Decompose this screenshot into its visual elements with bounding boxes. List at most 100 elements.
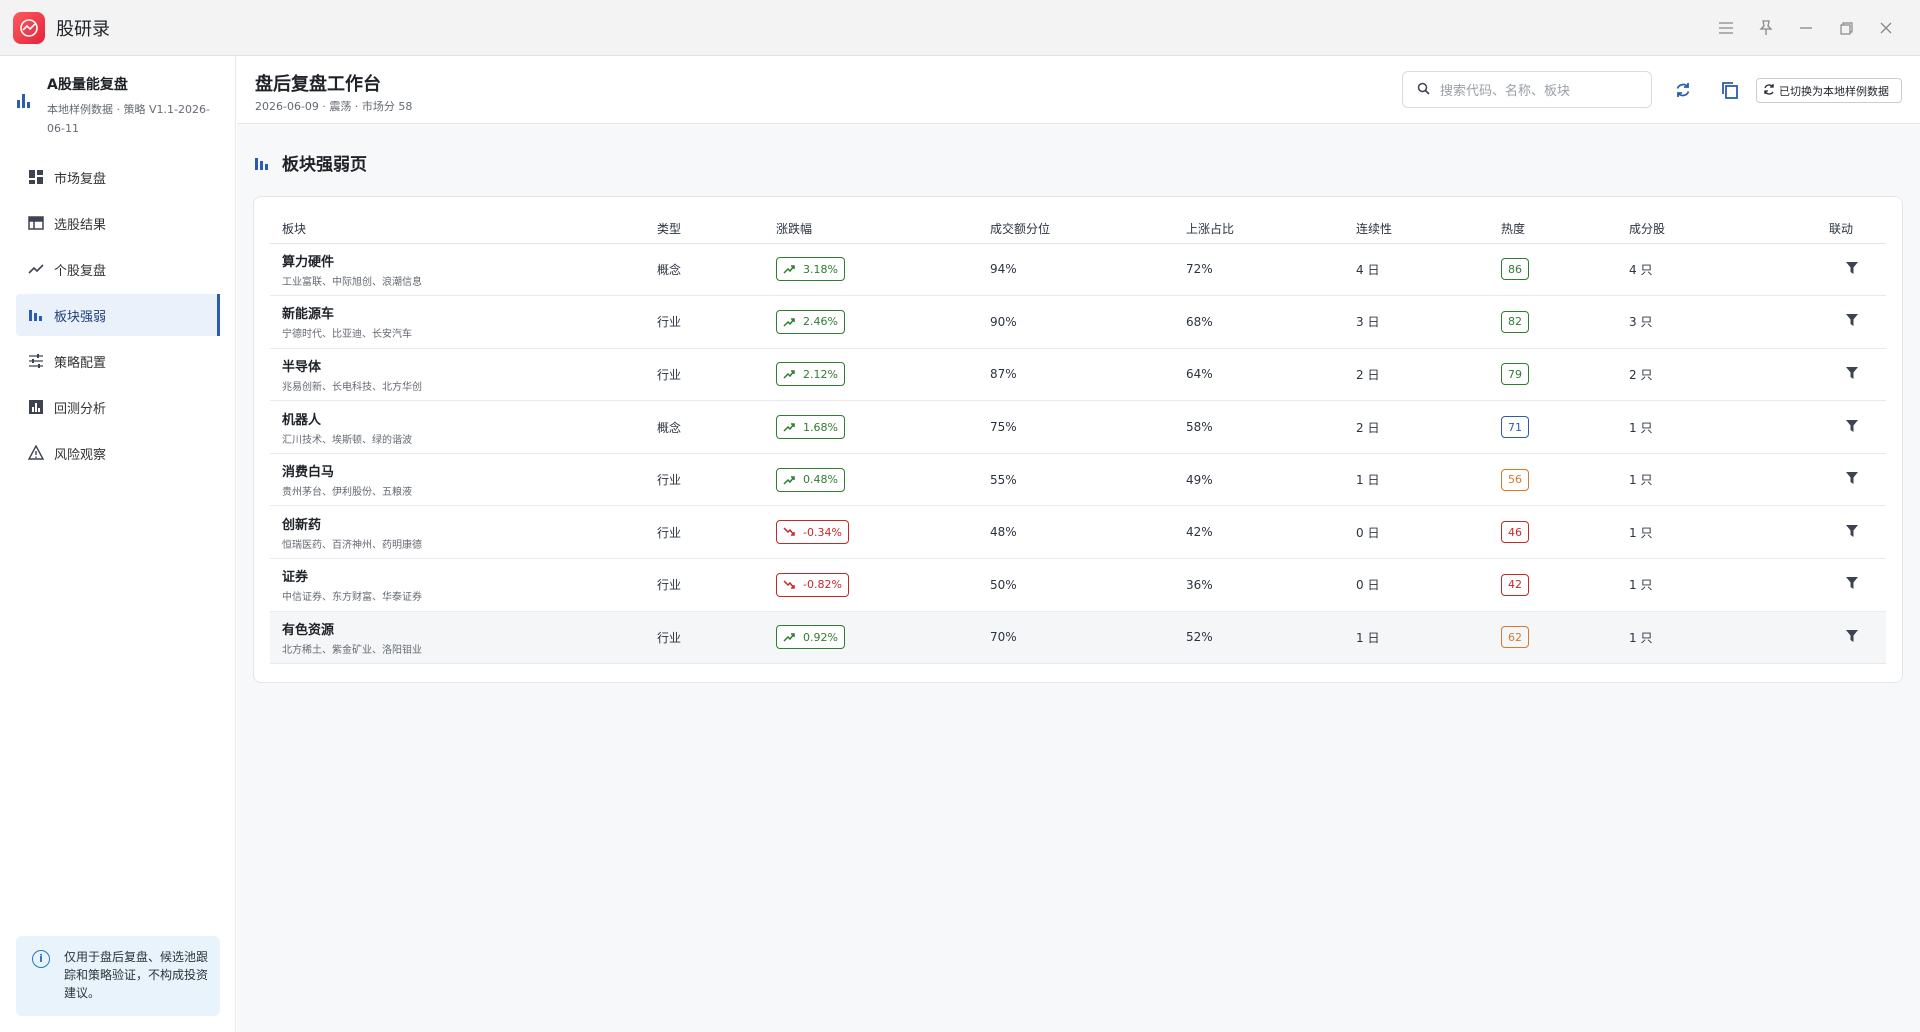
link-cell	[1817, 611, 1886, 665]
sidebar-item-label: 个股复盘	[54, 263, 107, 279]
members-cell: 4 只	[1617, 243, 1817, 297]
sector-cell: 消费白马 贵州茅台、伊利股份、五粮液	[270, 453, 645, 507]
sliders-icon	[28, 353, 44, 369]
col-members[interactable]: 成分股	[1617, 215, 1817, 244]
table-row[interactable]: 有色资源 北方稀土、紫金矿业、洛阳钼业 行业 0.92% 70% 52% 1 日 62 1 只	[270, 611, 1886, 665]
heat-badge: 71	[1501, 416, 1529, 439]
link-cell	[1817, 243, 1886, 297]
sidebar-item-label: 板块强弱	[54, 309, 107, 325]
col-streak[interactable]: 连续性	[1344, 215, 1489, 244]
type-cell: 行业	[645, 453, 764, 507]
main-content: 板块强弱页 板块 类型 涨跌幅 成交额分位 上涨占比 连续性 热度 成分股 联动…	[237, 124, 1920, 1032]
filter-icon[interactable]	[1845, 629, 1858, 642]
refresh-icon[interactable]	[1671, 78, 1695, 102]
heat-cell: 79	[1489, 348, 1617, 402]
menu-icon[interactable]	[1706, 8, 1746, 48]
restore-icon[interactable]	[1826, 8, 1866, 48]
sidebar-item-risk-watch[interactable]: 风险观察	[16, 432, 220, 474]
sector-table-card: 板块 类型 涨跌幅 成交额分位 上涨占比 连续性 热度 成分股 联动 算力硬件工…	[253, 196, 1903, 683]
minimize-icon[interactable]	[1786, 8, 1826, 48]
sector-stocks: 汇川技术、埃斯顿、绿的谐波	[282, 434, 412, 446]
col-up-ratio[interactable]: 上涨占比	[1174, 215, 1344, 244]
col-heat[interactable]: 热度	[1489, 215, 1617, 244]
members-cell: 1 只	[1617, 400, 1817, 454]
change-value: 0.92%	[803, 630, 838, 644]
data-source-switch-button[interactable]: 已切换为本地样例数据	[1756, 78, 1902, 103]
type-cell: 概念	[645, 243, 764, 297]
table-icon	[28, 215, 44, 231]
sector-name[interactable]: 有色资源	[282, 619, 645, 638]
sector-name[interactable]: 证券	[282, 566, 645, 585]
sector-stocks: 兆易创新、长电科技、北方华创	[282, 381, 422, 393]
sidebar-item-strategy-config[interactable]: 策略配置	[16, 340, 220, 382]
table-row[interactable]: 消费白马 贵州茅台、伊利股份、五粮液 行业 0.48% 55% 49% 1 日 56 1 只	[270, 453, 1886, 507]
close-icon[interactable]	[1866, 8, 1906, 48]
link-cell	[1817, 505, 1886, 560]
change-cell: 1.68%	[764, 400, 978, 454]
sector-name[interactable]: 创新药	[282, 514, 645, 533]
search-input[interactable]: 搜索代码、名称、板块	[1402, 71, 1652, 108]
filter-icon[interactable]	[1845, 524, 1858, 537]
table-row[interactable]: 半导体 兆易创新、长电科技、北方华创 行业 2.12% 87% 64% 2 日 79 2 只	[270, 348, 1886, 402]
switch-label: 已切换为本地样例数据	[1779, 84, 1889, 98]
sector-name[interactable]: 消费白马	[282, 461, 645, 480]
page-header: 盘后复盘工作台 2026-06-09 · 震荡 · 市场分 58 搜索代码、名称…	[237, 56, 1920, 124]
streak-cell: 1 日	[1344, 453, 1489, 507]
sector-name[interactable]: 算力硬件	[282, 251, 645, 270]
filter-icon[interactable]	[1845, 261, 1858, 274]
type-cell: 行业	[645, 558, 764, 612]
bar-chart-icon	[255, 156, 270, 170]
table-row[interactable]: 机器人 汇川技术、埃斯顿、绿的谐波 概念 1.68% 75% 58% 2 日 71 1 只	[270, 400, 1886, 454]
trend-up-icon	[783, 317, 799, 327]
sidebar-item-backtest[interactable]: 回测分析	[16, 386, 220, 428]
col-sector[interactable]: 板块	[270, 215, 645, 244]
copy-icon[interactable]	[1718, 78, 1742, 102]
sector-cell: 算力硬件 工业富联、中际旭创、浪潮信息	[270, 243, 645, 297]
sector-name[interactable]: 半导体	[282, 356, 645, 375]
type-cell: 行业	[645, 611, 764, 665]
change-badge: 1.68%	[776, 415, 845, 440]
table-row[interactable]: 证券 中信证券、东方财富、华泰证券 行业 -0.82% 50% 36% 0 日 42 1 只	[270, 558, 1886, 612]
members-cell: 1 只	[1617, 558, 1817, 612]
col-change[interactable]: 涨跌幅	[764, 215, 978, 244]
app-logo-icon	[13, 11, 45, 44]
up-ratio-cell: 36%	[1174, 558, 1344, 612]
brand-subtitle: 本地样例数据 · 策略 V1.1-2026-06-11	[47, 103, 210, 135]
change-badge: 0.48%	[776, 467, 845, 492]
sector-name[interactable]: 新能源车	[282, 303, 645, 322]
streak-cell: 4 日	[1344, 243, 1489, 297]
heat-badge: 46	[1501, 521, 1529, 544]
heat-cell: 42	[1489, 558, 1617, 612]
type-cell: 行业	[645, 348, 764, 402]
heat-badge: 62	[1501, 626, 1529, 649]
col-link: 联动	[1817, 215, 1886, 244]
heat-cell: 46	[1489, 505, 1617, 560]
streak-cell: 2 日	[1344, 400, 1489, 454]
bar-chart-icon	[16, 92, 32, 111]
sidebar-item-screening[interactable]: 选股结果	[16, 202, 220, 244]
heat-cell: 56	[1489, 453, 1617, 507]
col-turnover-percentile[interactable]: 成交额分位	[978, 215, 1174, 244]
filter-icon[interactable]	[1845, 472, 1858, 485]
sidebar-item-stock-review[interactable]: 个股复盘	[16, 248, 220, 290]
sector-name[interactable]: 机器人	[282, 409, 645, 428]
filter-icon[interactable]	[1845, 314, 1858, 327]
sidebar-item-market-review[interactable]: 市场复盘	[16, 156, 220, 198]
turnover-cell: 94%	[978, 243, 1174, 297]
trend-icon	[28, 261, 44, 277]
change-value: -0.82%	[803, 578, 842, 592]
pin-icon[interactable]	[1746, 8, 1786, 48]
notice-text: 仅用于盘后复盘、候选池跟踪和策略验证，不构成投资建议。	[64, 950, 209, 1000]
table-row[interactable]: 新能源车 宁德时代、比亚迪、长安汽车 行业 2.46% 90% 68% 3 日 82 3 只	[270, 295, 1886, 349]
filter-icon[interactable]	[1845, 419, 1858, 432]
filter-icon[interactable]	[1845, 366, 1858, 379]
streak-cell: 1 日	[1344, 611, 1489, 665]
table-row[interactable]: 算力硬件 工业富联、中际旭创、浪潮信息 概念 3.18% 94% 72% 4 日 86 4 只	[270, 243, 1886, 297]
link-cell	[1817, 348, 1886, 402]
filter-icon[interactable]	[1845, 577, 1858, 590]
sector-stocks: 北方稀土、紫金矿业、洛阳钼业	[282, 644, 422, 656]
col-type[interactable]: 类型	[645, 215, 764, 244]
table-row[interactable]: 创新药 恒瑞医药、百济神州、药明康德 行业 -0.34% 48% 42% 0 日 46 1 只	[270, 505, 1886, 560]
sidebar-item-sector-strength[interactable]: 板块强弱	[16, 294, 220, 336]
sidebar-item-label: 风险观察	[54, 447, 107, 463]
